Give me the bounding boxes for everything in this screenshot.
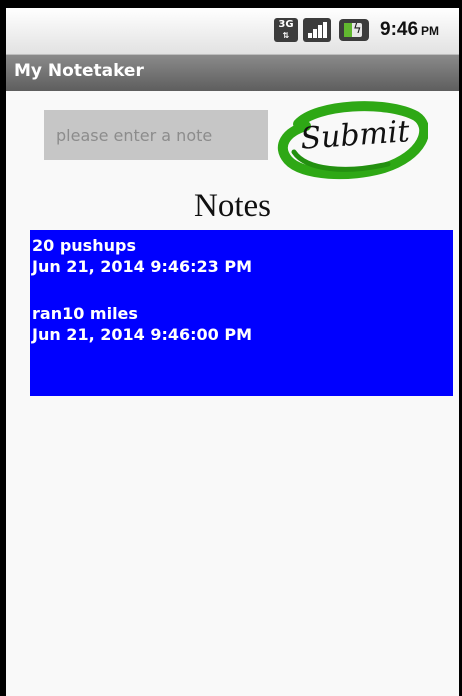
list-item[interactable]: 20 pushups Jun 21, 2014 9:46:23 PM: [32, 235, 453, 277]
data-arrows-icon: ⇅: [282, 31, 290, 40]
network-type-label: 3G: [278, 19, 294, 30]
status-bar: 3G ⇅ ϟ 9:46 PM: [6, 8, 459, 55]
note-text: ran10 miles: [32, 304, 138, 323]
phone-screen: 3G ⇅ ϟ 9:46PM My Notetaker Submit Notes …: [6, 8, 459, 696]
note-timestamp: Jun 21, 2014 9:46:23 PM: [32, 257, 252, 276]
app-title: My Notetaker: [14, 61, 144, 81]
app-title-bar: My Notetaker: [6, 55, 459, 91]
note-text: 20 pushups: [32, 236, 136, 255]
notes-list[interactable]: 20 pushups Jun 21, 2014 9:46:23 PM ran10…: [30, 230, 453, 396]
submit-button[interactable]: Submit: [276, 94, 428, 184]
clock-time: 9:46: [380, 19, 419, 40]
3g-data-icon: 3G ⇅: [274, 18, 298, 42]
list-item[interactable]: ran10 miles Jun 21, 2014 9:46:00 PM: [32, 303, 453, 345]
signal-strength-icon: [303, 18, 331, 42]
battery-charging-icon: ϟ: [339, 19, 369, 41]
notes-heading: Notes: [194, 188, 271, 224]
note-input[interactable]: [44, 110, 268, 160]
clock-ampm: PM: [421, 24, 440, 38]
status-clock: 9:46 PM: [380, 19, 439, 41]
note-timestamp: Jun 21, 2014 9:46:00 PM: [32, 325, 252, 344]
